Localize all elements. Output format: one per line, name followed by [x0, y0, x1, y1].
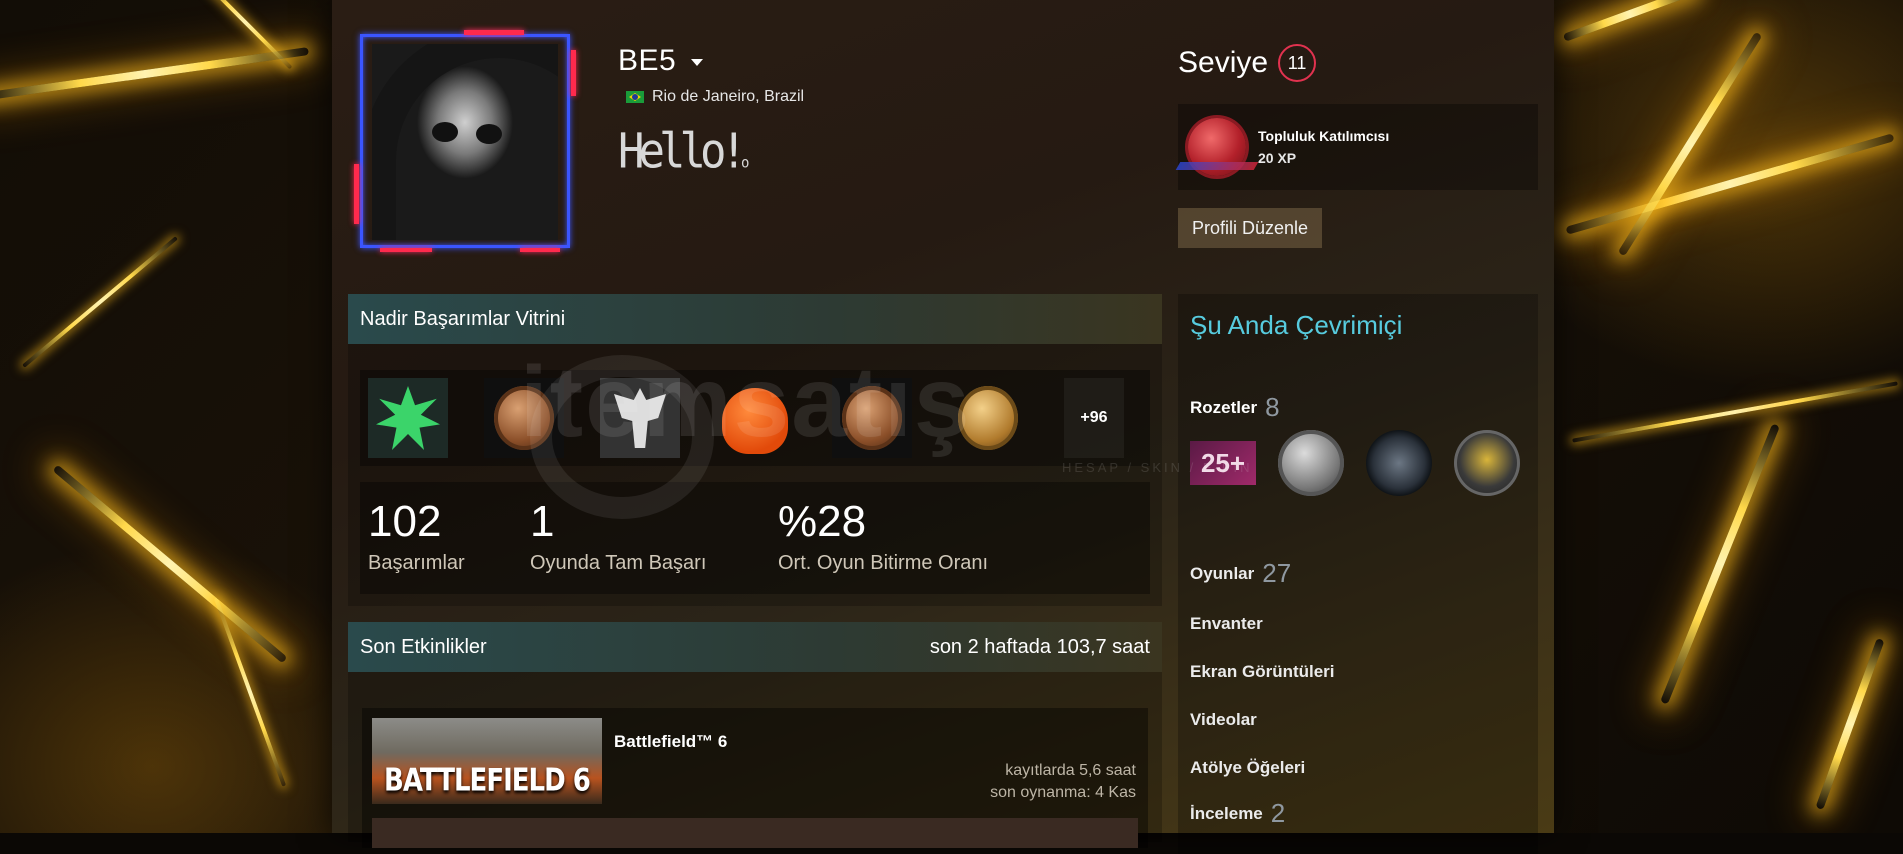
screenshots-link[interactable]: Ekran Görüntüleri: [1190, 662, 1335, 682]
reviews-link[interactable]: İnceleme 2: [1190, 798, 1285, 829]
persona-name-text: BE5: [618, 44, 677, 77]
stat-value: 102: [368, 497, 442, 546]
favorite-badge-name: Topluluk Katılımcısı: [1258, 128, 1390, 144]
games-count: 27: [1262, 558, 1292, 588]
games-link[interactable]: Oyunlar 27: [1190, 558, 1291, 589]
more-achievements-link[interactable]: +96: [1064, 378, 1124, 458]
summary-suffix: o: [740, 154, 750, 172]
light-streak: [1565, 133, 1895, 235]
stat-label: Oyunda Tam Başarı: [530, 552, 707, 574]
stat-completion-rate: %28 Ort. Oyun Bitirme Oranı: [778, 498, 988, 575]
achievement-icon[interactable]: [368, 378, 448, 458]
last-played: son oynanma: 4 Kas: [990, 784, 1136, 801]
level-label: Seviye: [1178, 46, 1269, 79]
stat-achievements: 102 Başarımlar: [368, 498, 465, 575]
game-capsule-logo: BATTLEFIELD 6: [384, 763, 591, 799]
edit-profile-button[interactable]: Profili Düzenle: [1178, 208, 1323, 248]
dropdown-caret-icon[interactable]: [691, 58, 704, 66]
videos-link[interactable]: Videolar: [1190, 710, 1257, 730]
profile-sidebar: Şu Anda Çevrimiçi Rozetler 8 25+ Oyunlar 2…: [1178, 294, 1538, 854]
reviews-label: İnceleme: [1190, 804, 1263, 823]
light-streak: [22, 236, 178, 368]
game-name[interactable]: Battlefield™ 6: [614, 732, 727, 752]
badges-count: 8: [1265, 392, 1280, 422]
location: Rio de Janeiro, Brazil: [626, 88, 804, 106]
recent-game[interactable]: BATTLEFIELD 6 Battlefield™ 6 kayıtlarda …: [362, 708, 1148, 848]
community-badge-icon: [1188, 118, 1246, 176]
persona-name[interactable]: BE5: [618, 44, 704, 78]
watermark: itemsatış: [520, 346, 972, 458]
recent-activity: Son Etkinlikler son 2 haftada 103,7 saat…: [348, 622, 1162, 848]
favorite-badge-xp: 20 XP: [1258, 150, 1297, 166]
lightning-badge-icon[interactable]: [1278, 430, 1344, 496]
badges-link[interactable]: Rozetler 8: [1190, 392, 1280, 423]
light-streak: [1562, 0, 1698, 42]
favorite-badge[interactable]: Topluluk Katılımcısı 20 XP: [1178, 104, 1538, 190]
showcase-title: Nadir Başarımlar Vitrini: [360, 307, 566, 330]
profile-header: BE5 Rio de Janeiro, Brazil Hello!o Seviy…: [332, 0, 1554, 280]
light-streak: [1572, 381, 1898, 443]
avatar: [372, 44, 558, 240]
stat-value: %28: [778, 497, 867, 546]
level-badge[interactable]: 11: [1278, 44, 1317, 82]
soldier-badge-icon[interactable]: [1454, 430, 1520, 496]
light-streak: [0, 47, 309, 101]
game-capsule-image[interactable]: BATTLEFIELD 6: [372, 718, 602, 804]
game-playtime: kayıtlarda 5,6 saat son oynanma: 4 Kas: [990, 760, 1136, 804]
brazil-flag-icon: [626, 91, 644, 103]
reviews-count: 2: [1270, 798, 1286, 828]
light-streak: [1660, 423, 1780, 705]
location-text: Rio de Janeiro, Brazil: [652, 88, 805, 105]
watermark-tagline: HESAP / SKIN / E-PİN: [1062, 460, 1253, 475]
stat-label: Ort. Oyun Bitirme Oranı: [778, 552, 989, 574]
hours-on-record: kayıtlarda 5,6 saat: [1005, 762, 1136, 779]
wheel-badge-icon[interactable]: [1366, 430, 1432, 496]
inventory-link[interactable]: Envanter: [1190, 614, 1263, 634]
profile-summary: Hello!o: [618, 127, 750, 176]
achievement-progress-bar: [372, 818, 1138, 848]
stat-label: Başarımlar: [368, 552, 465, 574]
avatar-frame[interactable]: [354, 30, 576, 252]
online-status: Şu Anda Çevrimiçi: [1190, 310, 1403, 340]
recent-activity-summary: son 2 haftada 103,7 saat: [929, 635, 1150, 658]
showcase-header: Nadir Başarımlar Vitrini: [348, 294, 1162, 344]
light-streak: [1815, 638, 1885, 810]
achievement-stats: 102 Başarımlar 1 Oyunda Tam Başarı %28 O…: [360, 482, 1150, 594]
summary-text: Hello!: [618, 123, 747, 180]
badges-label: Rozetler: [1190, 398, 1258, 417]
level-box: Seviye 11: [1178, 44, 1317, 82]
light-streak: [52, 464, 288, 664]
light-streak: [1617, 31, 1763, 257]
recent-activity-title: Son Etkinlikler: [360, 635, 487, 658]
games-label: Oyunlar: [1190, 564, 1255, 583]
recent-activity-header: Son Etkinlikler son 2 haftada 103,7 saat: [348, 622, 1162, 672]
workshop-link[interactable]: Atölye Öğeleri: [1190, 758, 1305, 778]
